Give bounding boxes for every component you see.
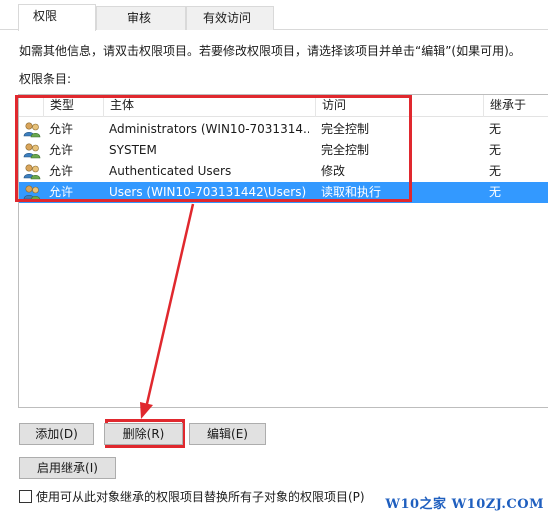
tab-effective-access[interactable]: 有效访问 <box>186 6 274 30</box>
row-type: 允许 <box>49 122 74 136</box>
table-row[interactable]: 允许 SYSTEM 完全控制 无 <box>19 140 548 161</box>
remove-button[interactable]: 删除(R) <box>104 423 183 445</box>
users-group-icon <box>23 185 41 201</box>
row-type: 允许 <box>49 164 74 178</box>
tab-auditing[interactable]: 审核 <box>96 6 186 30</box>
row-inherited-from: 无 <box>489 143 502 157</box>
row-inherited-from: 无 <box>489 164 502 178</box>
watermark-logo: W10之家 W10ZJ.COM <box>385 497 544 512</box>
replace-child-permissions-checkbox[interactable] <box>19 490 32 503</box>
row-type: 允许 <box>49 143 74 157</box>
tab-strip: 权限 审核 有效访问 <box>0 0 548 31</box>
users-group-icon <box>23 143 41 159</box>
row-principal: SYSTEM <box>109 143 157 157</box>
list-header: 类型 主体 访问 继承于 <box>19 95 548 117</box>
users-group-icon <box>23 164 41 180</box>
row-access: 完全控制 <box>321 143 370 157</box>
row-type: 允许 <box>49 185 74 199</box>
row-principal: Users (WIN10-703131442\Users) <box>109 185 307 199</box>
users-group-icon <box>23 122 41 138</box>
table-row[interactable]: 允许 Administrators (WIN10-7031314... 完全控制… <box>19 119 548 140</box>
column-header-inherited-from[interactable]: 继承于 <box>483 95 548 117</box>
row-principal: Administrators (WIN10-7031314... <box>109 122 309 136</box>
replace-child-permissions-label[interactable]: 使用可从此对象继承的权限项目替换所有子对象的权限项目(P) <box>36 488 365 505</box>
edit-button[interactable]: 编辑(E) <box>189 423 266 445</box>
add-button[interactable]: 添加(D) <box>19 423 94 445</box>
column-header-type[interactable]: 类型 <box>43 95 103 117</box>
row-principal: Authenticated Users <box>109 164 232 178</box>
column-header-principal[interactable]: 主体 <box>103 95 315 117</box>
instructions-text: 如需其他信息，请双击权限项目。若要修改权限项目，请选择该项目并单击“编辑”(如果… <box>19 44 521 58</box>
table-row[interactable]: 允许 Authenticated Users 修改 无 <box>19 161 548 182</box>
row-access: 读取和执行 <box>321 185 382 199</box>
row-access: 完全控制 <box>321 122 370 136</box>
row-inherited-from: 无 <box>489 185 502 199</box>
row-access: 修改 <box>321 164 346 178</box>
permission-entries-label: 权限条目: <box>19 72 72 86</box>
column-header-icon[interactable] <box>19 95 43 117</box>
enable-inheritance-button[interactable]: 启用继承(I) <box>19 457 116 479</box>
tab-permissions[interactable]: 权限 <box>18 4 96 31</box>
permission-entries-list[interactable]: 类型 主体 访问 继承于 允许 Administrators (WIN10-70… <box>18 94 548 408</box>
row-inherited-from: 无 <box>489 122 502 136</box>
table-row-selected[interactable]: 允许 Users (WIN10-703131442\Users) 读取和执行 无 <box>19 182 548 203</box>
column-header-access[interactable]: 访问 <box>315 95 483 117</box>
